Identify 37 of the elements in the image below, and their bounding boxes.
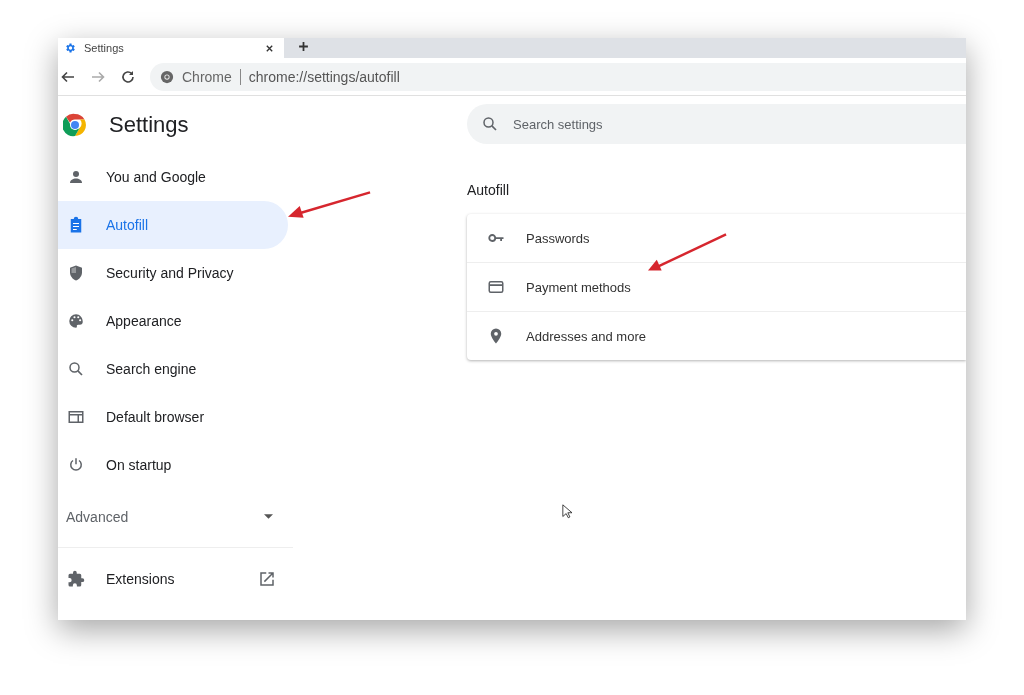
site-label: Chrome <box>182 68 232 85</box>
caret-icon <box>264 514 273 520</box>
person-icon <box>67 168 85 186</box>
chrome-icon <box>160 69 174 84</box>
advanced-toggle[interactable]: Advanced <box>58 497 273 537</box>
sidebar-item[interactable]: Default browser <box>58 393 288 441</box>
puzzle-icon <box>67 570 85 588</box>
close-icon[interactable] <box>265 43 274 53</box>
sidebar-item[interactable]: Autofill <box>58 201 288 249</box>
settings-row[interactable]: Passwords <box>467 214 966 262</box>
browser-tab[interactable]: Settings <box>58 38 284 58</box>
search-icon <box>67 360 85 378</box>
sidebar-item[interactable]: You and Google <box>58 153 288 201</box>
extensions-link[interactable]: Extensions <box>58 555 288 603</box>
gear-icon <box>64 42 76 54</box>
address-bar[interactable]: Chrome chrome://settings/autofill <box>150 62 966 91</box>
browser-icon <box>67 408 85 426</box>
settings-row[interactable]: Addresses and more <box>467 311 966 360</box>
power-icon <box>67 456 85 474</box>
reload-icon[interactable] <box>120 68 136 85</box>
palette-icon <box>67 312 85 330</box>
sidebar-item[interactable]: Search engine <box>58 345 288 393</box>
external-link-icon <box>258 570 276 588</box>
sidebar-item[interactable]: Security and Privacy <box>58 249 288 297</box>
section-title: Autofill <box>467 182 511 198</box>
page-title: Settings <box>109 111 189 138</box>
card-icon <box>487 278 505 296</box>
tab-title: Settings <box>84 42 125 54</box>
chrome-logo-icon <box>63 112 87 137</box>
search-field[interactable]: Search settings <box>467 104 966 144</box>
url-text: chrome://settings/autofill <box>248 68 400 85</box>
new-tab-icon[interactable] <box>298 41 309 52</box>
sidebar-item[interactable]: On startup <box>58 441 288 489</box>
search-icon <box>481 115 499 133</box>
shield-icon <box>67 264 85 282</box>
sidebar-item[interactable]: Appearance <box>58 297 288 345</box>
mouse-pointer-icon <box>562 504 572 519</box>
